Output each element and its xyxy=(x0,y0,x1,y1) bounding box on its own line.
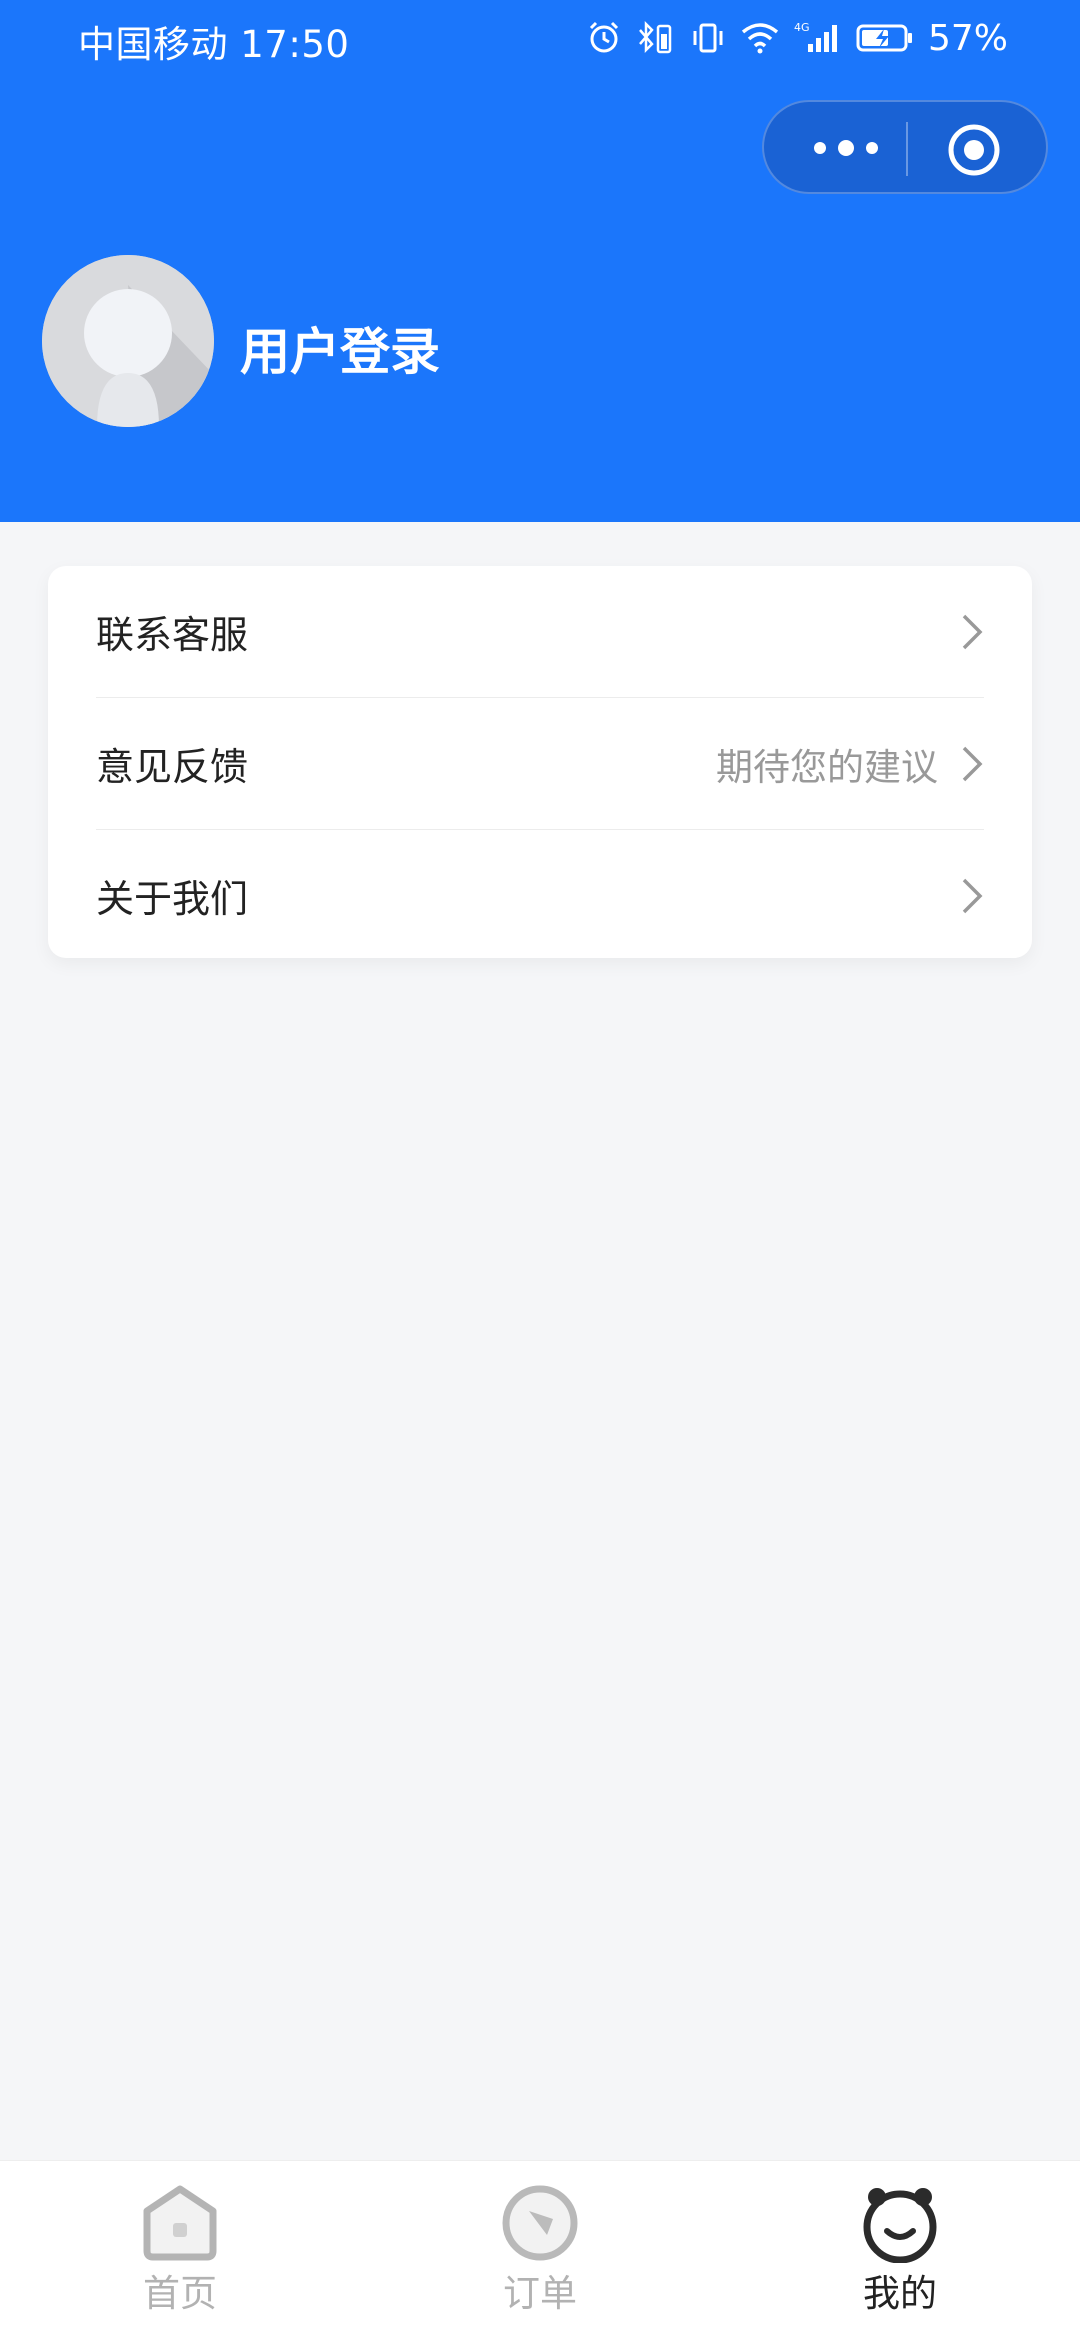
tab-home[interactable]: 首页 xyxy=(0,2161,360,2341)
carrier-name: 中国移动 xyxy=(78,23,228,66)
menu-item-feedback[interactable]: 意见反馈 期待您的建议 xyxy=(96,698,984,829)
status-left: 中国移动 17:50 xyxy=(78,14,349,68)
mini-program-capsule xyxy=(762,100,1048,194)
home-icon xyxy=(143,2185,217,2261)
alarm-icon xyxy=(589,21,619,53)
battery-charging-icon xyxy=(856,24,912,52)
default-avatar-icon xyxy=(42,255,214,427)
chevron-right-icon xyxy=(962,614,983,649)
menu-card: 联系客服 意见反馈 期待您的建议 关于我们 xyxy=(48,566,1032,958)
avatar[interactable] xyxy=(42,255,214,427)
tab-orders[interactable]: 订单 xyxy=(360,2161,720,2341)
profile-face-icon xyxy=(863,2188,937,2263)
tab-mine[interactable]: 我的 xyxy=(720,2161,1080,2341)
compass-icon xyxy=(502,2185,578,2261)
menu-item-about-us[interactable]: 关于我们 xyxy=(96,830,984,961)
user-login-link[interactable]: 用户登录 xyxy=(240,312,440,384)
tab-label: 首页 xyxy=(143,2272,217,2315)
tab-label: 订单 xyxy=(503,2272,577,2315)
status-icons: 4G 57% xyxy=(586,14,1008,62)
bottom-tabbar: 首页 订单 我的 xyxy=(0,2160,1080,2341)
battery-percent: 57% xyxy=(927,17,1008,59)
menu-item-label: 关于我们 xyxy=(96,877,249,921)
more-icon[interactable] xyxy=(804,126,894,170)
signal-4g-icon: 4G xyxy=(794,21,837,52)
feedback-hint: 期待您的建议 xyxy=(716,745,938,789)
wifi-icon xyxy=(741,23,779,54)
menu-item-contact-service[interactable]: 联系客服 xyxy=(96,566,984,697)
tab-label: 我的 xyxy=(863,2272,937,2315)
menu-item-label: 意见反馈 xyxy=(96,745,249,789)
menu-item-label: 联系客服 xyxy=(96,613,249,657)
vibrate-icon xyxy=(693,23,723,53)
chevron-right-icon xyxy=(962,746,983,781)
profile-header: 中国移动 17:50 4G 57% 用户登录 xyxy=(0,0,1080,522)
close-target-icon[interactable] xyxy=(946,122,1002,178)
capsule-divider xyxy=(906,122,908,176)
bluetooth-battery-icon xyxy=(639,20,672,54)
clock-time: 17:50 xyxy=(240,23,350,66)
chevron-right-icon xyxy=(962,878,983,913)
network-type-label: 4G xyxy=(794,21,810,34)
status-bar: 中国移动 17:50 4G 57% xyxy=(0,0,1080,76)
